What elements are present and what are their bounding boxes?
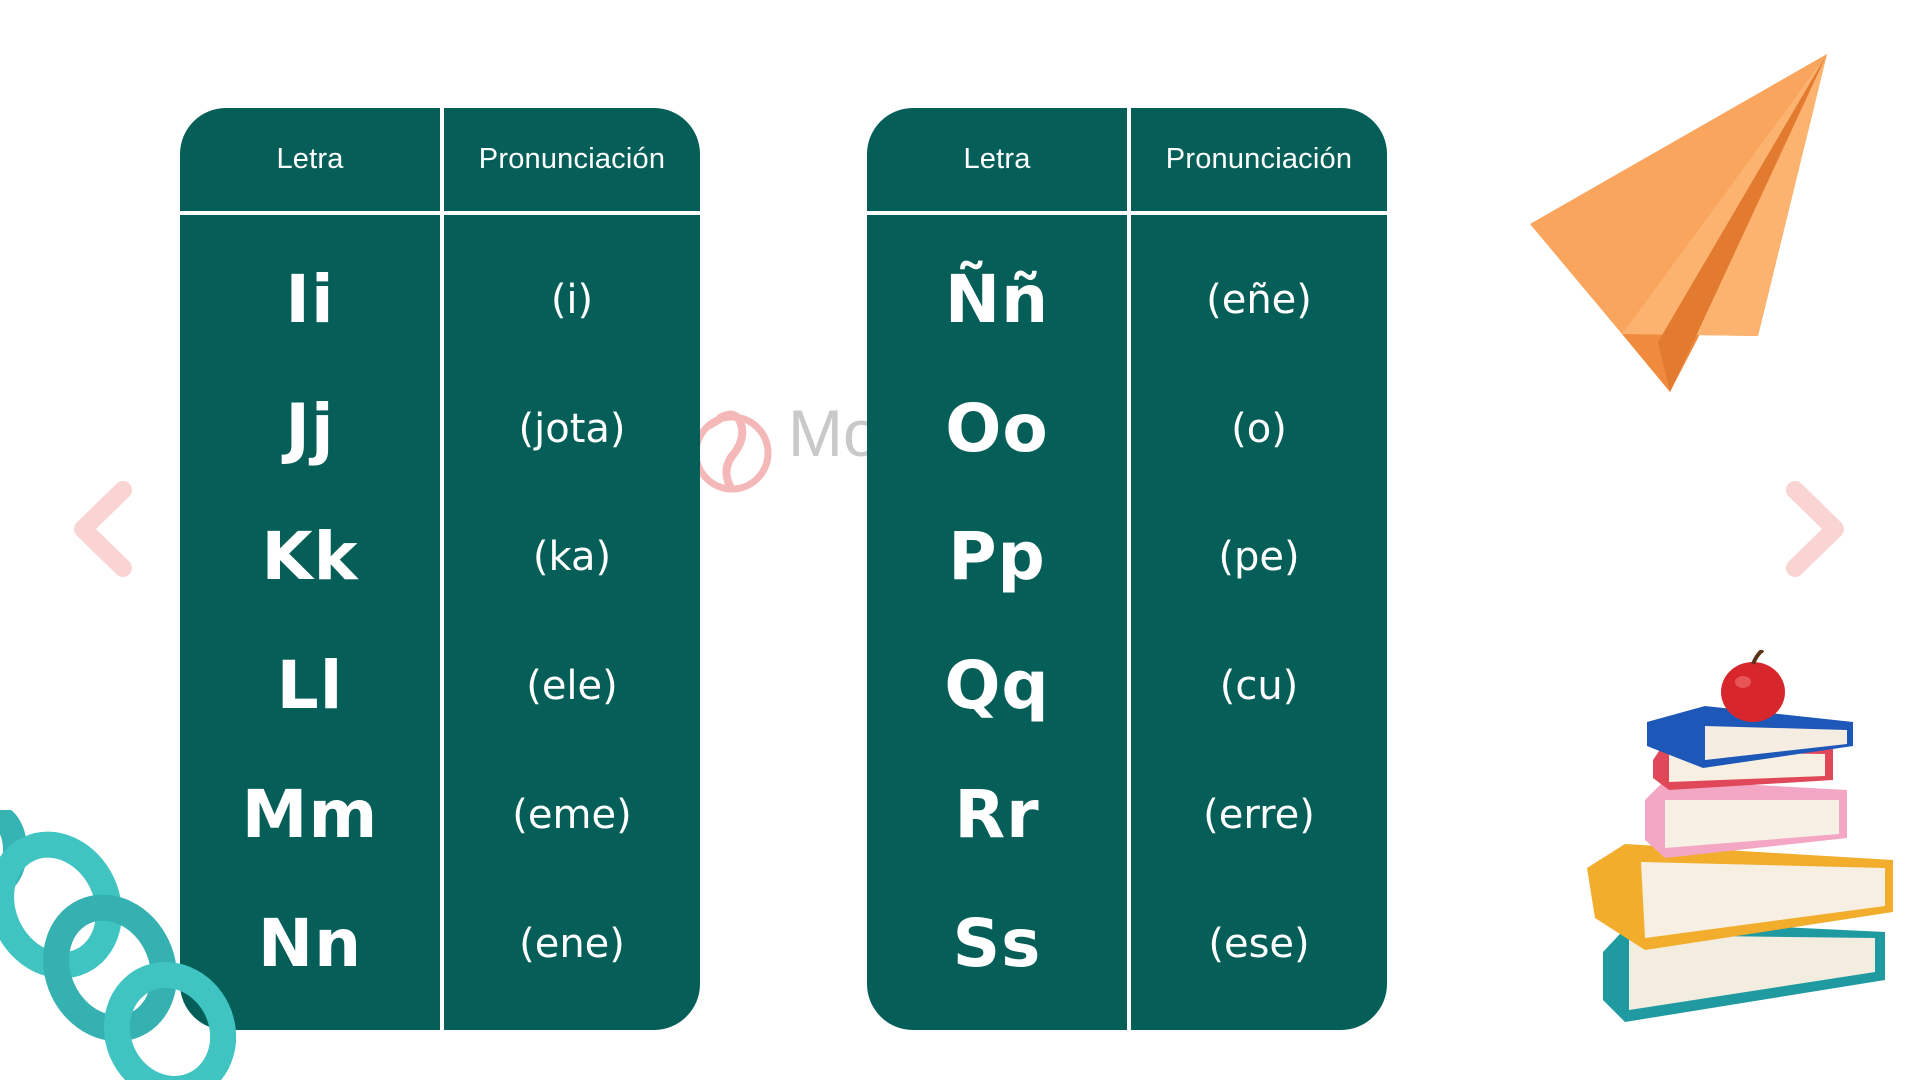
table-row: Ññ (eñe): [867, 235, 1387, 364]
pronunciation-cell: (erre): [1203, 791, 1315, 838]
table-row: Ss (ese): [867, 879, 1387, 1008]
spring-coil-icon: [0, 810, 237, 1080]
pronunciation-cell: (ele): [526, 662, 618, 709]
letter-cell: Qq: [944, 647, 1050, 724]
flamingo-logo-icon: [696, 410, 772, 493]
books-stack-icon: [1587, 650, 1893, 1022]
pronunciation-cell: (ese): [1208, 920, 1310, 967]
letter-cell: Pp: [948, 518, 1046, 595]
pronunciation-cell: (jota): [518, 405, 626, 452]
letter-cell: Jj: [285, 390, 335, 467]
table-row: Ii (i): [180, 235, 700, 364]
prev-slide-button[interactable]: [67, 478, 137, 580]
pronunciation-cell: (pe): [1218, 533, 1300, 580]
table-row: Qq (cu): [867, 621, 1387, 750]
chevron-right-icon: [1786, 481, 1844, 577]
alphabet-table-left: Letra Pronunciación Ii (i) Jj (jota) Kk …: [180, 108, 700, 1030]
alphabet-table-right: Letra Pronunciación Ññ (eñe) Oo (o) Pp (…: [867, 108, 1387, 1030]
pronunciation-cell: (eñe): [1206, 276, 1312, 323]
letter-cell: Ii: [285, 261, 335, 338]
paper-plane-icon: [1530, 54, 1827, 392]
pronunciation-cell: (eme): [512, 791, 632, 838]
header-letter: Letra: [963, 143, 1031, 175]
table-row: Ll (ele): [180, 621, 700, 750]
pronunciation-cell: (i): [550, 276, 594, 323]
table-body: Ii (i) Jj (jota) Kk (ka) Ll (ele) Mm (em…: [180, 215, 700, 1030]
chevron-left-icon: [74, 481, 132, 577]
next-slide-button[interactable]: [1781, 478, 1851, 580]
table-row: Kk (ka): [180, 492, 700, 621]
letter-cell: Ññ: [944, 261, 1050, 338]
header-pronunciation: Pronunciación: [1165, 143, 1353, 175]
table-row: Oo (o): [867, 364, 1387, 493]
header-letter: Letra: [276, 143, 344, 175]
pronunciation-cell: (ka): [532, 533, 612, 580]
table-row: Nn (ene): [180, 879, 700, 1008]
letter-cell: Kk: [261, 518, 359, 595]
pronunciation-cell: (ene): [519, 920, 625, 967]
table-body: Ññ (eñe) Oo (o) Pp (pe) Qq (cu) Rr (erre…: [867, 215, 1387, 1030]
watermark: Mo: [696, 398, 871, 508]
pronunciation-cell: (cu): [1219, 662, 1299, 709]
table-row: Mm (eme): [180, 750, 700, 879]
letter-cell: Ss: [952, 905, 1042, 982]
table-row: Pp (pe): [867, 492, 1387, 621]
letter-cell: Ll: [276, 647, 344, 724]
pronunciation-cell: (o): [1231, 405, 1287, 452]
header-pronunciation: Pronunciación: [478, 143, 666, 175]
table-row: Jj (jota): [180, 364, 700, 493]
letter-cell: Rr: [954, 776, 1040, 853]
table-row: Rr (erre): [867, 750, 1387, 879]
letter-cell: Oo: [945, 390, 1049, 467]
watermark-text: Mo: [788, 398, 871, 470]
